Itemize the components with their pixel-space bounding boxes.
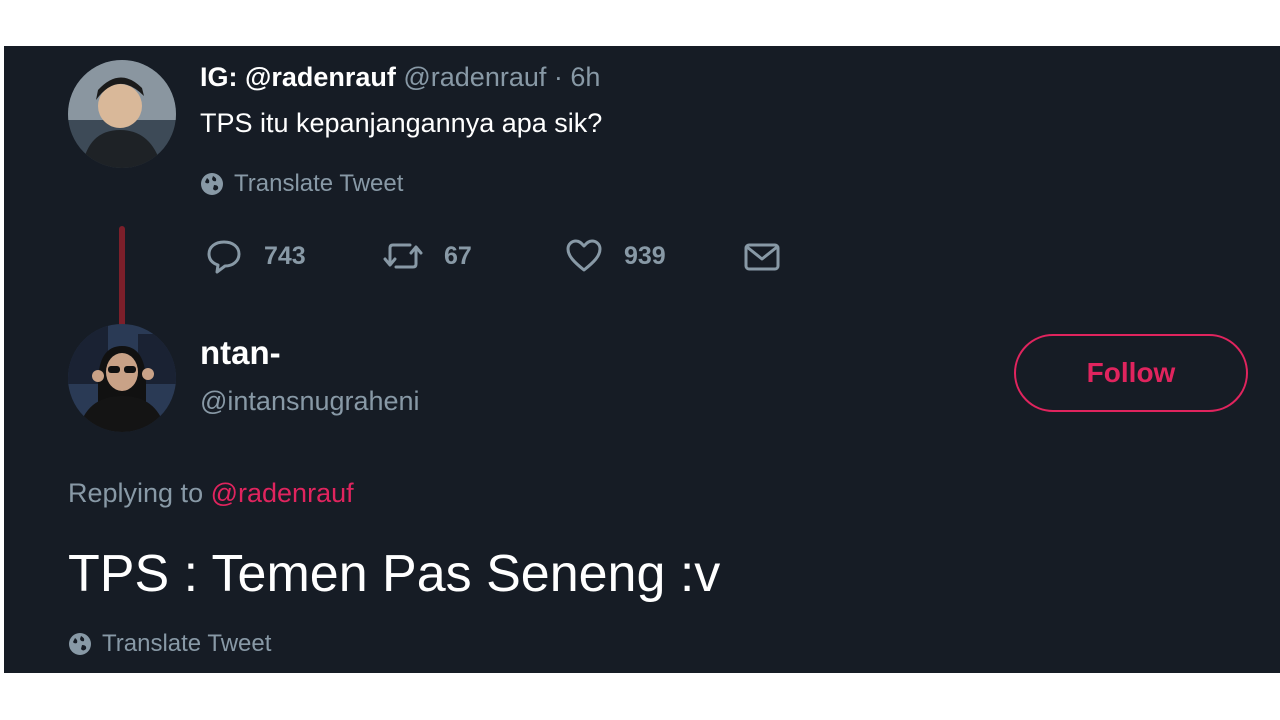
tweet2-text: TPS : Temen Pas Seneng :v: [68, 545, 721, 603]
tweet1-handle[interactable]: @radenrauf: [403, 62, 546, 92]
tweet1-time[interactable]: · 6h: [554, 62, 601, 92]
message-icon: [744, 243, 780, 271]
replying-to-line: Replying to @radenrauf: [68, 478, 354, 509]
replying-to-label: Replying to: [68, 478, 204, 508]
replying-to-handle-link[interactable]: @radenrauf: [211, 478, 354, 508]
like-button[interactable]: 939: [564, 236, 666, 276]
tweet2-display-name[interactable]: ntan-: [200, 334, 281, 372]
globe-icon: [69, 633, 91, 655]
avatar-intansnugraheni[interactable]: [68, 324, 176, 432]
reply-count: 743: [264, 241, 306, 270]
direct-message-button[interactable]: [742, 237, 782, 282]
tweet1-text: TPS itu kepanjangannya apa sik?: [200, 108, 603, 138]
tweet2-translate-label: Translate Tweet: [102, 630, 272, 657]
avatar-radenrauf[interactable]: [68, 60, 176, 168]
like-icon: [566, 239, 602, 272]
tweet1-display-name[interactable]: IG: @radenrauf: [200, 62, 396, 92]
reply-button[interactable]: 743: [204, 236, 306, 276]
globe-icon: [201, 173, 223, 195]
tweet2-handle[interactable]: @intansnugraheni: [200, 386, 420, 417]
reply-icon: [207, 240, 241, 274]
tweet-thread-panel: IG: @radenrauf @radenrauf · 6h TPS itu k…: [4, 46, 1280, 673]
retweet-icon: [383, 243, 423, 269]
tweet1-translate-link[interactable]: Translate Tweet: [200, 170, 403, 198]
like-count: 939: [624, 241, 666, 270]
tweet2-translate-link[interactable]: Translate Tweet: [68, 630, 271, 658]
retweet-button[interactable]: 67: [382, 236, 472, 276]
tweet1-translate-label: Translate Tweet: [234, 170, 404, 197]
retweet-count: 67: [444, 241, 472, 270]
follow-button[interactable]: Follow: [1014, 334, 1248, 412]
tweet1-header: IG: @radenrauf @radenrauf · 6h: [200, 62, 600, 93]
